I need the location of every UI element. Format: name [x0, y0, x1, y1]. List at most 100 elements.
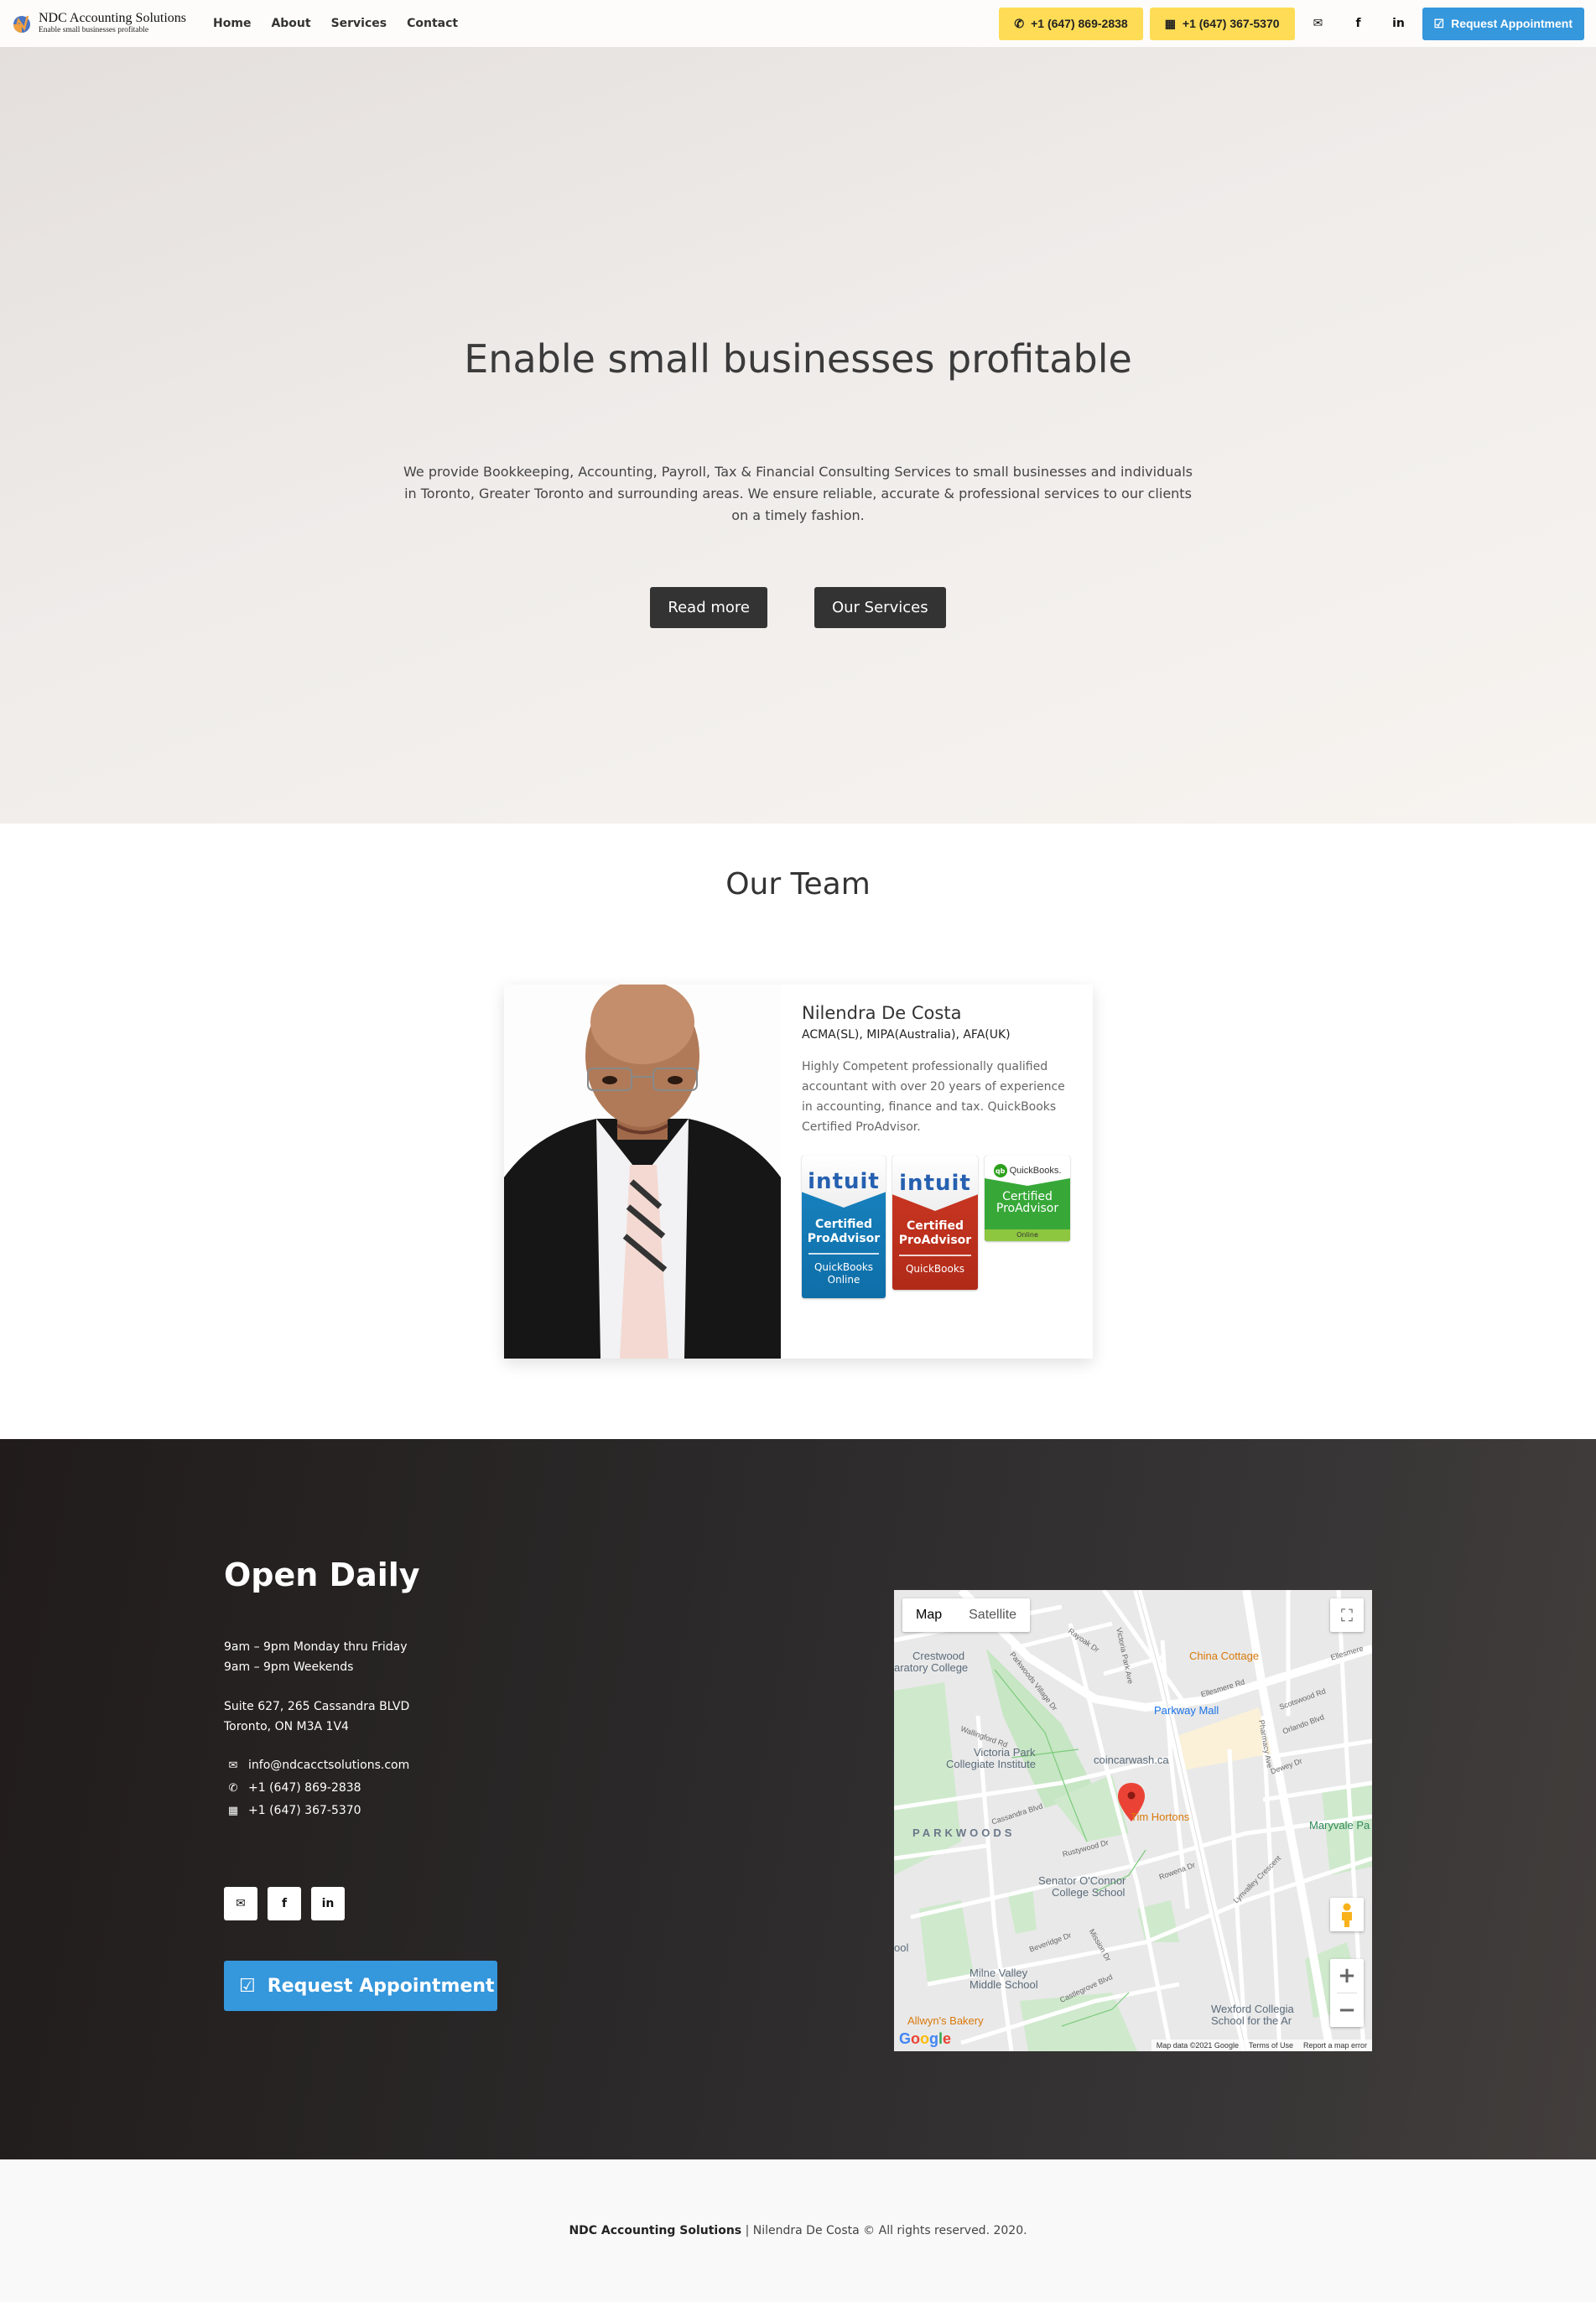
map-place-crestwood[interactable]: Crestwood	[912, 1650, 964, 1662]
zoom-out-icon[interactable]: −	[1330, 1993, 1364, 2027]
main-nav: Home About Services Contact	[213, 17, 458, 30]
top-navbar: NDC Accounting Solutions Enable small bu…	[0, 0, 1596, 47]
phone-icon: ✆	[1014, 16, 1025, 30]
badge-intuit-qb: intuit Certified ProAdvisor QuickBooks	[892, 1156, 978, 1290]
badge-subtitle: QuickBooks	[814, 1261, 874, 1273]
badge-subtitle: QuickBooks	[905, 1263, 965, 1275]
map-attribution: Map data ©2021 Google Terms of Use Repor…	[1151, 2040, 1372, 2051]
zoom-in-icon[interactable]: +	[1330, 1959, 1364, 1993]
map-terms-link[interactable]: Terms of Use	[1249, 2041, 1293, 2050]
map-type-control: Map Satellite	[902, 1598, 1031, 1632]
map-place-wexford-2: School for the Ar	[1211, 2014, 1292, 2027]
badge-subtitle: Online	[827, 1274, 860, 1286]
map-place-milne-valley[interactable]: Milne Valley	[970, 1967, 1027, 1979]
intuit-logo: intuit	[808, 1169, 880, 1194]
brand-name: NDC Accounting Solutions	[39, 11, 187, 26]
our-services-button[interactable]: Our Services	[814, 587, 946, 628]
address-line-2: Toronto, ON M3A 1V4	[224, 1720, 349, 1733]
calendar-check-icon: ☑	[1433, 16, 1445, 30]
address: Suite 627, 265 Cassandra BLVD Toronto, O…	[224, 1697, 409, 1737]
map-zoom-control: + −	[1330, 1959, 1364, 2027]
contact-details: ✉ info@ndcacctsolutions.com ✆ +1 (647) 8…	[226, 1754, 409, 1822]
nav-contact[interactable]: Contact	[407, 17, 458, 30]
map-place-victoria-park-ci-2: Collegiate Institute	[946, 1758, 1036, 1770]
request-appointment-label: Request Appointment	[1451, 17, 1573, 30]
linkedin-icon[interactable]: in	[311, 1887, 345, 1920]
fax-number: +1 (647) 367-5370	[248, 1804, 361, 1817]
fax-number: +1 (647) 367-5370	[1182, 17, 1280, 30]
team-member-bio: Highly Competent professionally qualifie…	[802, 1060, 1065, 1134]
badge-title: ProAdvisor	[807, 1232, 881, 1245]
team-member-name: Nilendra De Costa	[802, 1003, 962, 1023]
hero-title: Enable small businesses profitable	[464, 336, 1132, 382]
hours-weekends: 9am – 9pm Weekends	[224, 1660, 354, 1674]
phone-icon: ✆	[228, 1782, 238, 1795]
nav-home[interactable]: Home	[213, 17, 251, 30]
badge-title: Certified	[814, 1218, 873, 1231]
certification-badges: intuit Certified ProAdvisor QuickBooks O…	[802, 1156, 1073, 1298]
team-member-credentials: ACMA(SL), MIPA(Australia), AFA(UK)	[802, 1028, 1011, 1042]
read-more-button[interactable]: Read more	[650, 587, 767, 628]
fax-button[interactable]: ▦ +1 (647) 367-5370	[1149, 7, 1295, 40]
fullscreen-icon[interactable]: ⛶	[1330, 1598, 1364, 1632]
map-place-parkway-mall[interactable]: Parkway Mall	[1154, 1705, 1219, 1717]
facebook-icon[interactable]: f	[268, 1887, 301, 1920]
footer-brand: NDC Accounting Solutions	[569, 2224, 742, 2237]
request-appointment-label: Request Appointment	[267, 1975, 495, 1997]
email-link[interactable]: info@ndcacctsolutions.com	[248, 1754, 409, 1777]
envelope-icon[interactable]: ✉	[224, 1887, 257, 1920]
envelope-icon: ✉	[228, 1759, 238, 1772]
google-map[interactable]: China Cottage Parkway Mall Crestwood ara…	[894, 1590, 1372, 2051]
brand-logo-link[interactable]: NDC Accounting Solutions Enable small bu…	[12, 12, 186, 35]
map-place-senator-oconnor-2: College School	[1052, 1886, 1126, 1899]
calendar-check-icon: ☑	[239, 1975, 256, 1997]
map-type-satellite-button[interactable]: Satellite	[955, 1598, 1030, 1632]
hero-description: We provide Bookkeeping, Accounting, Payr…	[403, 464, 1193, 523]
request-appointment-button-footer[interactable]: ☑ Request Appointment	[224, 1961, 497, 2011]
map-data-credit: Map data ©2021 Google	[1156, 2041, 1239, 2050]
badge-title: ProAdvisor	[898, 1234, 972, 1247]
nav-services[interactable]: Services	[331, 17, 387, 30]
map-place-senator-oconnor[interactable]: Senator O'Connor	[1038, 1875, 1126, 1887]
open-daily-title: Open Daily	[224, 1556, 420, 1593]
linkedin-icon[interactable]: in	[1382, 8, 1416, 40]
envelope-icon[interactable]: ✉	[1302, 8, 1335, 40]
footer-copyright: | Nilendra De Costa © All rights reserve…	[741, 2224, 1027, 2237]
map-report-error-link[interactable]: Report a map error	[1303, 2041, 1367, 2050]
nav-about[interactable]: About	[271, 17, 310, 30]
opening-hours: 9am – 9pm Monday thru Friday 9am – 9pm W…	[224, 1637, 408, 1677]
request-appointment-button[interactable]: ☑ Request Appointment	[1422, 7, 1584, 40]
google-logo: Google	[899, 2030, 952, 2047]
brand-tagline: Enable small businesses profitable	[39, 26, 149, 35]
map-place-coincarwash[interactable]: coincarwash.ca	[1094, 1754, 1169, 1766]
team-member-card: Nilendra De Costa ACMA(SL), MIPA(Austral…	[504, 985, 1093, 1359]
team-section: Our Team Nilendra De Costa ACMA(SL), MIP…	[0, 824, 1596, 1439]
map-place-milne-valley-2: Middle School	[970, 1978, 1038, 1991]
facebook-icon[interactable]: f	[1342, 8, 1375, 40]
phone-link[interactable]: +1 (647) 869-2838	[248, 1777, 361, 1800]
map-place-allwyns-bakery[interactable]: Allwyn's Bakery	[907, 2015, 984, 2027]
quickbooks-logo-icon: qb	[993, 1164, 1007, 1177]
street-view-pegman-icon[interactable]	[1330, 1898, 1364, 1931]
intuit-logo: intuit	[899, 1171, 971, 1196]
map-place-maryvale[interactable]: Maryvale Pa	[1309, 1820, 1370, 1832]
ndc-logo-icon	[12, 13, 32, 34]
phone-number: +1 (647) 869-2838	[1031, 17, 1128, 30]
map-type-map-button[interactable]: Map	[902, 1598, 955, 1632]
phone-button[interactable]: ✆ +1 (647) 869-2838	[999, 7, 1143, 40]
map-place-wexford[interactable]: Wexford Collegia	[1211, 2003, 1294, 2015]
team-member-photo	[504, 985, 781, 1359]
badge-quickbooks-online: qb QuickBooks. Certified ProAdvisor Onli…	[985, 1156, 1070, 1241]
map-place-china-cottage[interactable]: China Cottage	[1189, 1650, 1259, 1662]
team-title: Our Team	[725, 867, 871, 902]
quickbooks-wordmark: QuickBooks.	[1009, 1166, 1062, 1176]
fax-icon: ▦	[1164, 16, 1176, 30]
social-links: ✉ f in	[224, 1887, 345, 1920]
map-place-crestwood-2: aratory College	[894, 1661, 969, 1674]
contact-section: Open Daily 9am – 9pm Monday thru Friday …	[0, 1439, 1596, 2159]
badge-title: ProAdvisor	[996, 1202, 1059, 1215]
badge-intuit-qbo: intuit Certified ProAdvisor QuickBooks O…	[802, 1156, 886, 1298]
badge-title: Certified	[1002, 1190, 1053, 1203]
map-area-parkwoods: PARKWOODS	[912, 1827, 1016, 1839]
map-place-tim-hortons[interactable]: Tim Hortons	[1131, 1811, 1189, 1823]
